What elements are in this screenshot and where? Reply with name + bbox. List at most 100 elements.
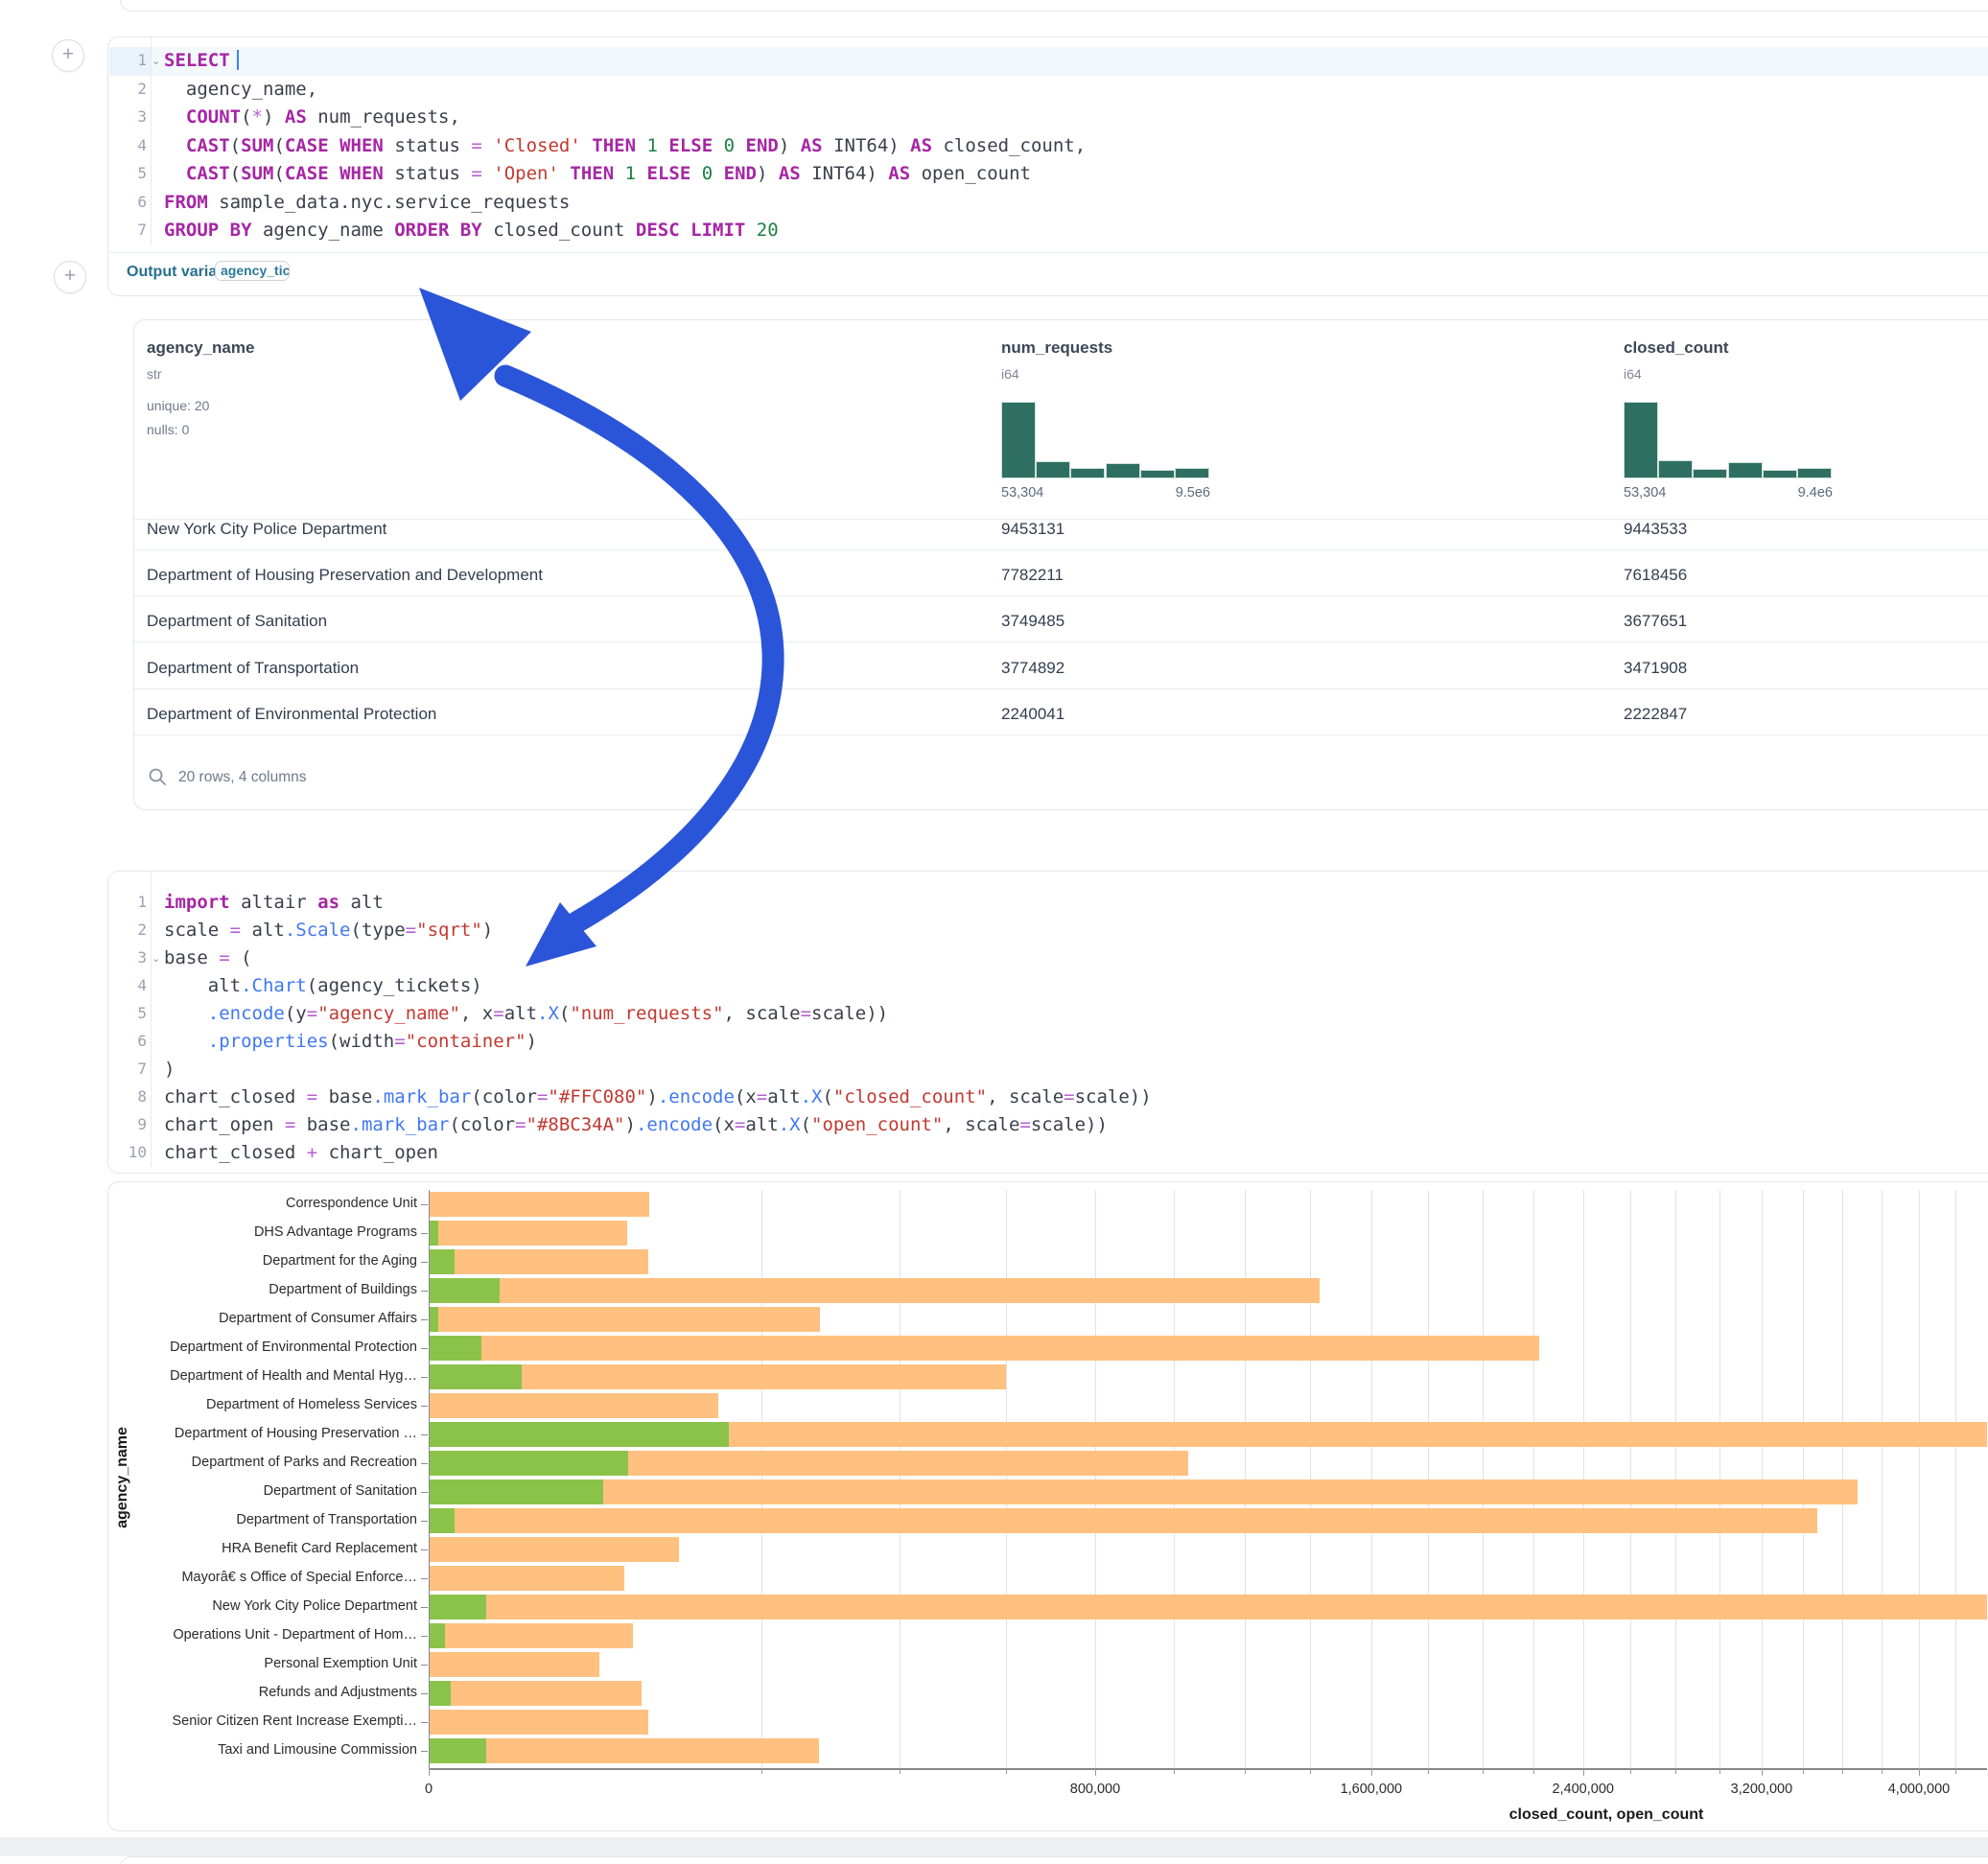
code-token: chart_open [317, 1142, 438, 1163]
row-separator [134, 734, 1988, 735]
code-line: alt.Chart(agency_tickets) [164, 975, 482, 996]
cell-agency-name: Department of Housing Preservation and D… [147, 566, 543, 585]
bar-closed [429, 1336, 1539, 1361]
code-token: ( [230, 135, 241, 156]
x-axis-minor-tick [1803, 1768, 1804, 1774]
code-token [636, 135, 646, 156]
cell-closed-count: 9443533 [1624, 520, 1687, 539]
code-token [680, 220, 690, 241]
bar-open [429, 1623, 445, 1648]
cell-num-requests: 3774892 [1001, 659, 1064, 678]
cell-closed-count: 2222847 [1624, 705, 1687, 724]
y-axis-label: Taxi and Limousine Commission [135, 1743, 417, 1758]
table-row: Department of Sanitation37494853677651 [134, 609, 1988, 638]
x-axis-major-tick [1095, 1768, 1096, 1776]
code-token: chart_open [164, 1114, 285, 1135]
code-token [581, 135, 592, 156]
bar-open [429, 1307, 438, 1332]
code-token: , scale [987, 1086, 1064, 1107]
fold-caret-icon[interactable]: ⌄ [152, 55, 160, 67]
code-token: INT64) [823, 135, 911, 156]
histogram-max-label: 9.4e6 [1764, 485, 1833, 501]
code-line: import altair as alt [164, 892, 384, 913]
code-token: ( [559, 1003, 570, 1024]
code-token: CASE [285, 135, 329, 156]
code-token: (type [351, 920, 406, 941]
code-token [614, 163, 624, 184]
bar-closed [429, 1652, 599, 1677]
code-token: DESC [636, 220, 680, 241]
add-cell-button[interactable]: + [52, 39, 84, 72]
fold-caret-icon[interactable]: ⌄ [152, 952, 160, 965]
code-token: END [724, 163, 757, 184]
code-token: scale)) [1075, 1086, 1152, 1107]
column-histogram-bar [1624, 402, 1658, 478]
code-token: = [801, 1003, 811, 1024]
code-token: * [252, 106, 263, 128]
previous-cell-edge [120, 0, 1988, 12]
code-token: INT64) [801, 163, 889, 184]
line-number: 1 [108, 51, 147, 69]
code-token: = [735, 1114, 745, 1135]
code-line: .properties(width="container") [164, 1031, 537, 1052]
code-token: "agency_name" [317, 1003, 460, 1024]
y-axis-label: Department of Parks and Recreation [135, 1456, 417, 1470]
y-axis-label: Mayorâ€ s Office of Special Enforce… [135, 1571, 417, 1585]
code-token: FROM [164, 192, 208, 213]
cell-closed-count: 3677651 [1624, 612, 1687, 631]
x-axis-minor-tick [1245, 1768, 1246, 1774]
code-token: alt [241, 920, 285, 941]
y-axis-line [429, 1190, 430, 1768]
line-number: 8 [108, 1087, 147, 1106]
code-token: .encode [658, 1086, 735, 1107]
code-token [482, 135, 493, 156]
code-token: ( [801, 1114, 811, 1135]
python-code-editor[interactable]: 1import altair as alt2scale = alt.Scale(… [108, 872, 1988, 1173]
histogram-max-label: 9.5e6 [1141, 485, 1210, 501]
code-line: CAST(SUM(CASE WHEN status = 'Closed' THE… [164, 135, 1086, 156]
column-histogram-bar [1106, 463, 1140, 478]
code-token [329, 163, 339, 184]
code-token: as [317, 892, 339, 913]
gridline [1919, 1190, 1920, 1768]
code-token [164, 1031, 208, 1052]
code-token: = [1064, 1086, 1074, 1107]
row-separator [134, 549, 1988, 550]
cell-agency-name: Department of Transportation [147, 659, 359, 678]
code-token: = [307, 1003, 317, 1024]
code-token: .encode [208, 1003, 285, 1024]
y-axis-tick [421, 1262, 428, 1263]
code-token: COUNT [186, 106, 241, 128]
code-token: ELSE [668, 135, 713, 156]
code-token [713, 135, 723, 156]
code-token: = [1019, 1114, 1030, 1135]
bar-closed [429, 1537, 679, 1562]
code-line: chart_open = base.mark_bar(color="#8BC34… [164, 1114, 1108, 1135]
code-token: , scale [943, 1114, 1019, 1135]
bar-closed [429, 1221, 627, 1246]
y-axis-label: Department of Housing Preservation … [135, 1427, 417, 1441]
y-axis-tick [421, 1319, 428, 1320]
code-token: closed_count [482, 220, 636, 241]
code-token: .Scale [285, 920, 351, 941]
code-token: alt [745, 1114, 778, 1135]
bar-open [429, 1221, 438, 1246]
search-icon[interactable] [148, 767, 167, 786]
add-cell-button[interactable]: + [54, 261, 86, 293]
code-token: + [307, 1142, 317, 1163]
code-token: "#FFC080" [548, 1086, 646, 1107]
line-number: 6 [108, 193, 147, 211]
y-axis-tick [421, 1722, 428, 1723]
bar-closed [429, 1623, 633, 1648]
column-histogram-bar [1728, 462, 1763, 478]
code-token: agency_name, [164, 79, 317, 100]
bar-open [429, 1681, 451, 1706]
code-token: = [757, 1086, 767, 1107]
rows-count: 20 rows, 4 columns [178, 769, 307, 786]
column-header: closed_count [1624, 338, 1729, 358]
code-line: agency_name, [164, 79, 317, 100]
x-axis-minor-tick [1428, 1768, 1429, 1774]
code-token: (x [713, 1114, 735, 1135]
sql-code-editor[interactable]: 1⌄SELECT2 agency_name,3 COUNT(*) AS num_… [108, 37, 1988, 252]
bar-closed [429, 1738, 819, 1763]
